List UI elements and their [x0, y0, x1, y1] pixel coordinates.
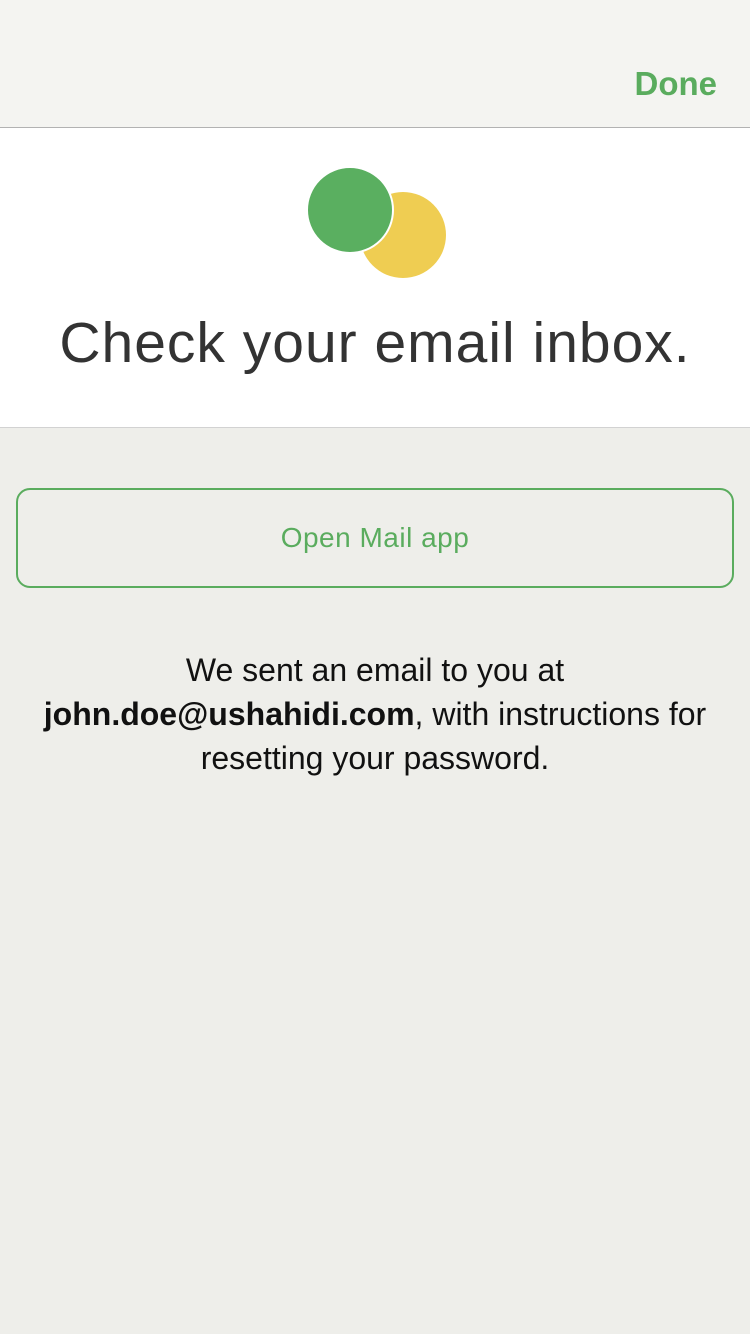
open-mail-app-label: Open Mail app: [280, 522, 470, 553]
logo-green-circle: [306, 166, 394, 254]
page-title: Check your email inbox.: [59, 311, 691, 375]
open-mail-app-button[interactable]: Open Mail app: [16, 488, 734, 588]
email-address: john.doe@ushahidi.com: [43, 696, 415, 732]
ushahidi-logo-icon: [306, 166, 448, 280]
navigation-bar: Done: [0, 0, 750, 128]
header-panel: Check your email inbox.: [0, 128, 750, 428]
done-button[interactable]: Done: [635, 62, 718, 106]
instructions-message: We sent an email to you at john.doe@usha…: [20, 648, 730, 780]
message-prefix: We sent an email to you at: [185, 652, 565, 688]
